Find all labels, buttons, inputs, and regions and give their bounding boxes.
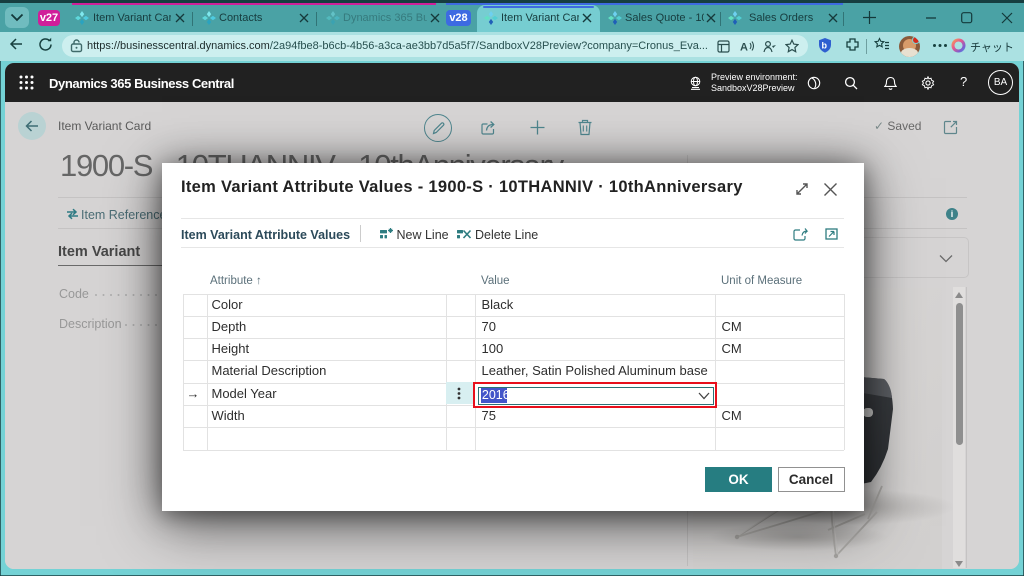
svg-text:b: b [822, 41, 828, 51]
svg-text:A: A [740, 42, 748, 54]
